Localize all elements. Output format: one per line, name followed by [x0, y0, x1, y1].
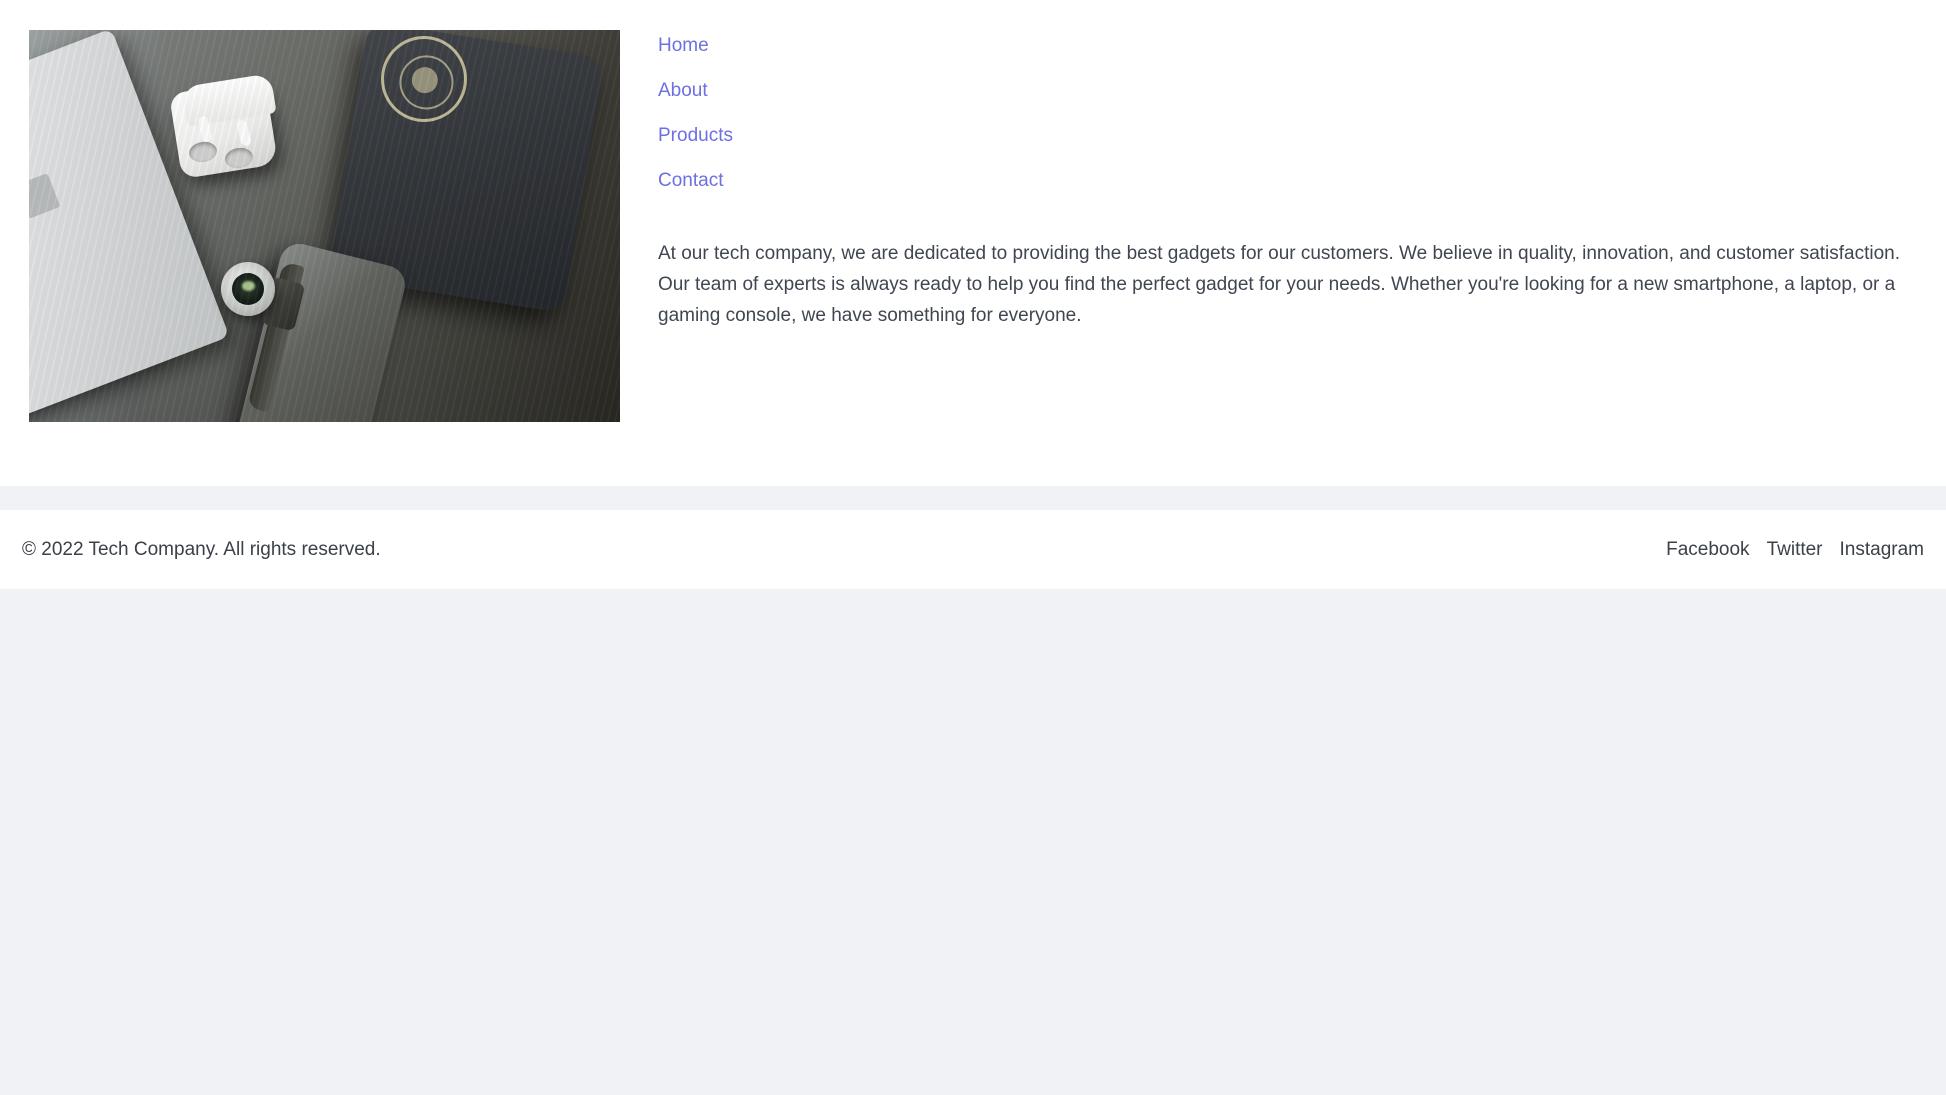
social-link-instagram[interactable]: Instagram	[1840, 539, 1924, 560]
page-background	[0, 589, 1946, 1095]
site-footer: © 2022 Tech Company. All rights reserved…	[0, 510, 1946, 589]
social-link-facebook[interactable]: Facebook	[1666, 539, 1749, 560]
social-links: Facebook Twitter Instagram	[1666, 539, 1924, 561]
nav-item: About	[658, 81, 1924, 101]
nav-item: Contact	[658, 171, 1924, 191]
social-list-item: Twitter	[1767, 539, 1823, 561]
social-list-item: Facebook	[1666, 539, 1749, 561]
intro-paragraph: At our tech company, we are dedicated to…	[658, 243, 1901, 326]
hero-section: Home About Products Contact At our tech …	[0, 0, 1946, 486]
social-link-twitter[interactable]: Twitter	[1767, 539, 1823, 560]
section-spacer	[0, 486, 1946, 510]
nav-item: Home	[658, 36, 1924, 56]
social-list-item: Instagram	[1840, 539, 1924, 561]
nav-link-about[interactable]: About	[658, 80, 708, 101]
camera-lens-glint-icon	[242, 281, 255, 291]
nav-link-contact[interactable]: Contact	[658, 170, 723, 191]
hero-image-container	[29, 30, 620, 422]
nav-link-products[interactable]: Products	[658, 125, 733, 146]
main-navigation: Home About Products Contact	[658, 36, 1924, 191]
hero-photo	[29, 30, 620, 422]
nav-item: Products	[658, 126, 1924, 146]
hero-content: Home About Products Contact At our tech …	[658, 30, 1924, 331]
copyright-text: © 2022 Tech Company. All rights reserved…	[22, 538, 381, 560]
nav-link-home[interactable]: Home	[658, 35, 709, 56]
